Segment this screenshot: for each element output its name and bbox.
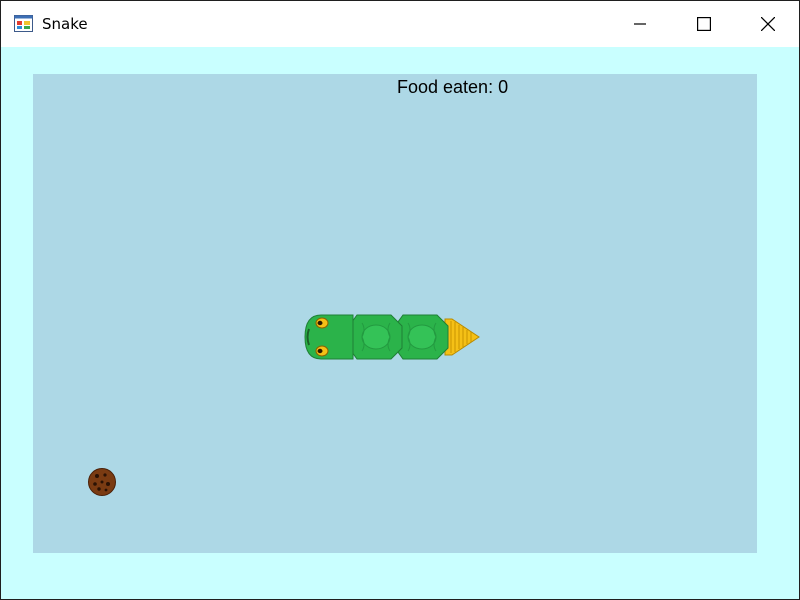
snake-head: [304, 314, 354, 360]
app-icon[interactable]: [14, 14, 34, 34]
window-title: Snake: [42, 15, 88, 33]
minimize-icon: [634, 23, 646, 25]
snake-body-segment: [348, 314, 403, 360]
snake-body-segment: [394, 314, 449, 360]
cookie-food: [88, 468, 116, 496]
maximize-icon: [697, 17, 711, 31]
minimize-button[interactable]: [617, 1, 663, 47]
game-window: Snake Food eaten: 0: [0, 0, 800, 600]
maximize-button[interactable]: [681, 1, 727, 47]
snake-tail: [444, 318, 480, 356]
title-bar[interactable]: Snake: [1, 1, 799, 47]
snake: [304, 314, 480, 360]
close-icon: [761, 17, 775, 31]
score-label: Food eaten: 0: [397, 77, 509, 97]
close-button[interactable]: [745, 1, 791, 47]
